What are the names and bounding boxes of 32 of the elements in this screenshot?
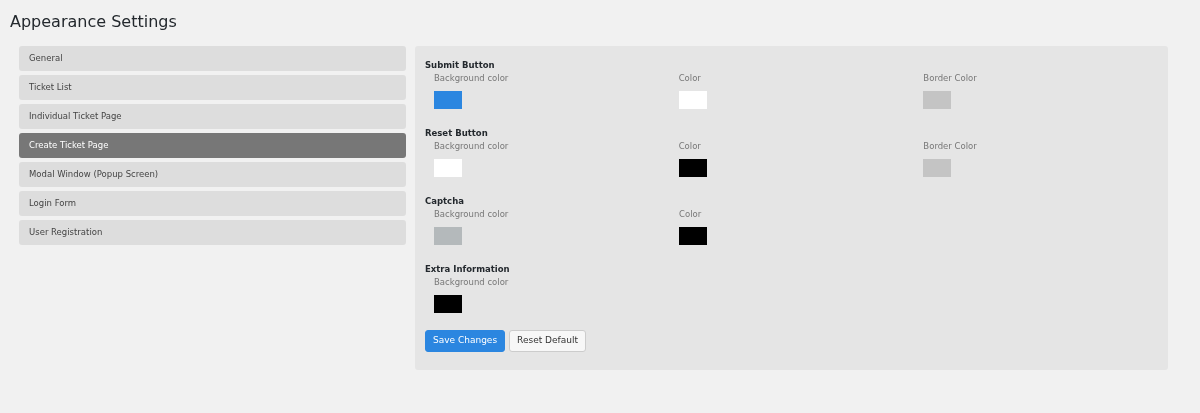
section-title: Reset Button: [425, 127, 489, 139]
section-title: Submit Button: [425, 59, 496, 71]
color-swatch[interactable]: [434, 295, 462, 313]
sidebar-item[interactable]: Login Form: [19, 191, 406, 216]
section-title: Extra Information: [425, 263, 511, 275]
color-swatch[interactable]: [434, 227, 462, 245]
field-label: Background color: [434, 140, 509, 152]
sidebar-item[interactable]: General: [19, 46, 406, 71]
color-swatch[interactable]: [679, 227, 707, 245]
field-label: Color: [678, 140, 701, 152]
color-swatch[interactable]: [434, 91, 462, 109]
field-label: Color: [678, 72, 701, 84]
action-button[interactable]: Reset Default: [509, 330, 586, 352]
action-button[interactable]: Save Changes: [425, 330, 506, 352]
color-swatch[interactable]: [678, 159, 707, 177]
sidebar-item[interactable]: User Registration: [19, 220, 406, 245]
color-swatch[interactable]: [923, 91, 952, 109]
field-label: Border Color: [923, 72, 977, 84]
field-label: Background color: [434, 72, 509, 84]
color-swatch[interactable]: [678, 91, 707, 109]
field-label: Border Color: [923, 140, 977, 152]
sidebar-item[interactable]: Create Ticket Page: [19, 133, 406, 158]
sidebar-item[interactable]: Ticket List: [19, 75, 406, 100]
color-swatch[interactable]: [923, 159, 952, 177]
color-swatch[interactable]: [434, 159, 462, 177]
section-title: Captcha: [425, 195, 465, 207]
sidebar-item[interactable]: Modal Window (Popup Screen): [19, 162, 406, 187]
field-label: Background color: [434, 276, 509, 288]
page-title: Appearance Settings: [9, 11, 178, 33]
field-label: Color: [679, 208, 702, 220]
field-label: Background color: [434, 208, 509, 220]
sidebar-item[interactable]: Individual Ticket Page: [19, 104, 406, 129]
